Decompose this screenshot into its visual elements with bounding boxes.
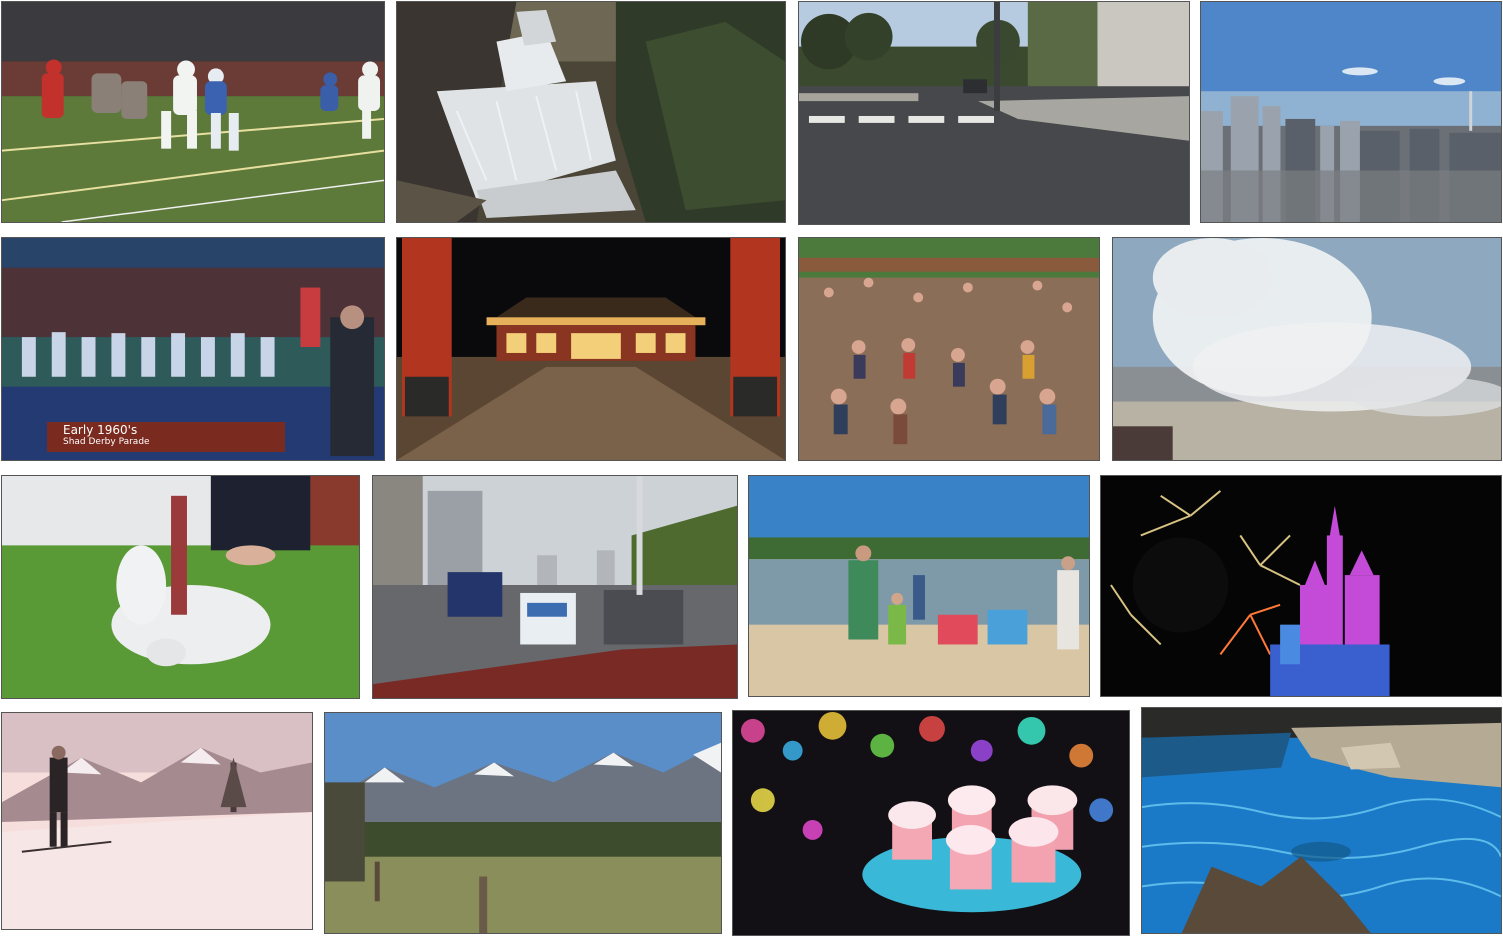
temple-night-tile [396,237,786,461]
mountain-meadow-tile [324,712,722,934]
pool-tile [1141,707,1502,934]
geyser-tile [1112,237,1502,461]
city-skyline-tile [1200,1,1502,223]
mud-field-tile [798,237,1100,461]
waterfall-tile [396,1,786,223]
skier-tile [1,712,313,930]
dog-on-grass-tile [1,475,360,699]
city-road-tile [372,475,738,699]
image-mosaic: Early 1960's Shad Derby Parade [0,0,1503,936]
caption-subtitle: Shad Derby Parade [63,437,150,447]
parade-tile: Early 1960's Shad Derby Parade [1,237,385,461]
fireworks-castle-tile [1100,475,1502,697]
street-intersection-tile [798,1,1190,225]
video-caption: Early 1960's Shad Derby Parade [47,422,285,452]
football-game-tile [1,1,385,223]
cupcakes-tile [732,710,1130,936]
caption-title: Early 1960's [63,423,138,437]
beach-tile [748,475,1090,697]
